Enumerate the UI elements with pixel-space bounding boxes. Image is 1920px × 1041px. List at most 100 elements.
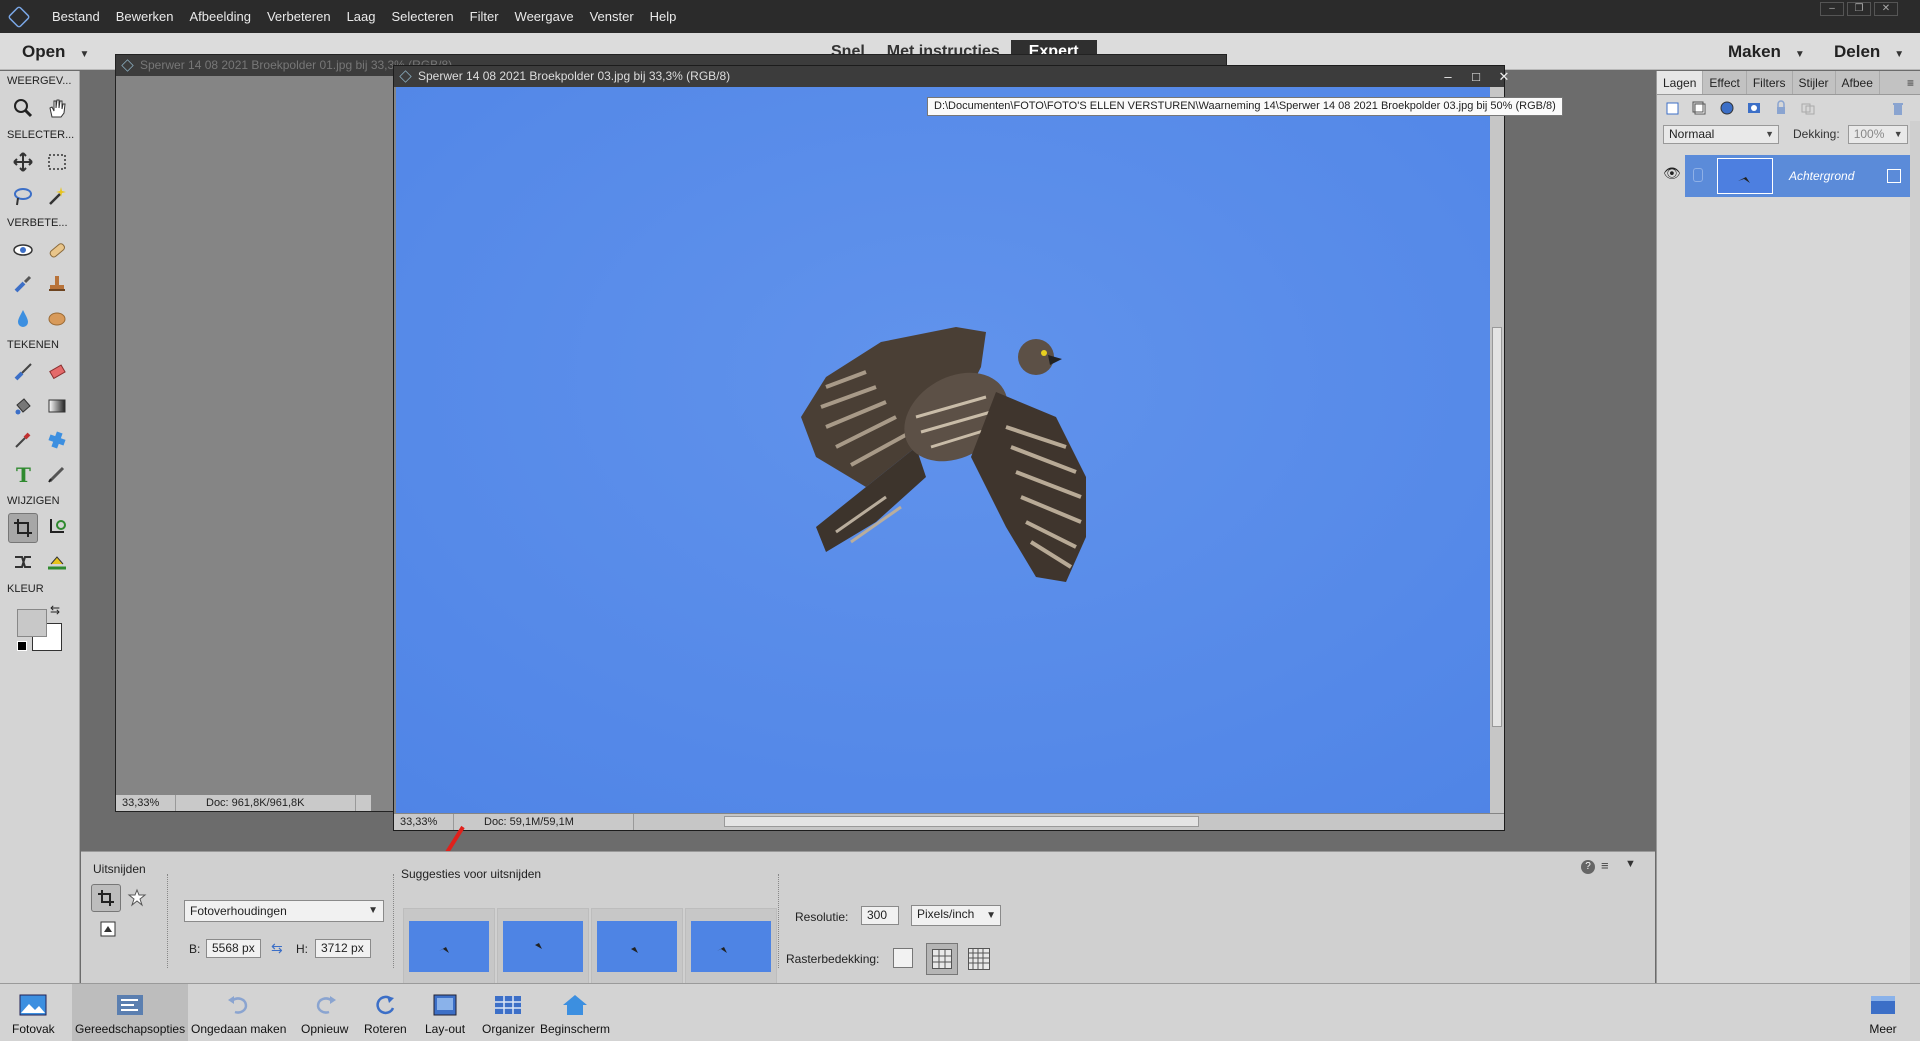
doc-minimize-button[interactable]: – — [1434, 66, 1462, 87]
maken-button[interactable]: Maken ▼ — [1728, 42, 1805, 62]
grid-fine-button[interactable] — [968, 948, 990, 970]
spot-healing-tool-icon[interactable] — [42, 235, 72, 265]
vertical-scrollbar[interactable] — [1490, 87, 1504, 813]
crop-suggestion-4[interactable] — [685, 908, 777, 990]
magic-wand-tool-icon[interactable] — [42, 181, 72, 211]
paint-bucket-tool-icon[interactable] — [8, 391, 38, 421]
app-restore-button[interactable]: ❐ — [1847, 2, 1871, 16]
help-icon[interactable]: ? — [1581, 860, 1595, 874]
crop-tool-icon[interactable] — [8, 513, 38, 543]
document-window-front[interactable]: Sperwer 14 08 2021 Broekpolder 03.jpg bi… — [393, 65, 1509, 831]
pencil-tool-icon[interactable] — [42, 459, 72, 489]
menu-filter[interactable]: Filter — [462, 0, 507, 33]
opacity-field[interactable]: 100% ▼ — [1847, 124, 1908, 144]
doc-close-button[interactable]: ✕ — [1490, 66, 1518, 87]
zoom-tool-icon[interactable] — [8, 93, 38, 123]
eyedropper-tool-icon[interactable] — [8, 425, 38, 455]
menu-bestand[interactable]: Bestand — [44, 0, 108, 33]
lasso-tool-icon[interactable] — [8, 181, 38, 211]
horizontal-scroll-thumb[interactable] — [724, 816, 1199, 827]
rotate-button[interactable]: Roteren — [364, 984, 407, 1041]
menu-bewerken[interactable]: Bewerken — [108, 0, 182, 33]
panel-scrollbar[interactable] — [1910, 121, 1920, 983]
delete-layer-icon[interactable] — [1890, 100, 1908, 116]
brush-tool-icon[interactable] — [8, 357, 38, 387]
crop-tool-icon[interactable] — [91, 884, 121, 912]
blur-tool-icon[interactable] — [8, 303, 38, 333]
organizer-button[interactable]: Organizer — [482, 984, 535, 1041]
crop-suggestion-1[interactable] — [403, 908, 495, 990]
new-group-icon[interactable] — [1692, 100, 1710, 116]
doc-maximize-button[interactable]: □ — [1462, 66, 1490, 87]
vertical-scroll-thumb[interactable] — [1492, 327, 1502, 727]
clone-stamp-tool-icon[interactable] — [42, 269, 72, 299]
eraser-tool-icon[interactable] — [42, 357, 72, 387]
menu-verbeteren[interactable]: Verbeteren — [259, 0, 339, 33]
tab-lagen[interactable]: Lagen — [1657, 71, 1704, 94]
menu-weergave[interactable]: Weergave — [507, 0, 582, 33]
type-tool-icon[interactable]: T — [8, 459, 38, 489]
gradient-tool-icon[interactable] — [42, 391, 72, 421]
aspect-ratio-select[interactable]: Fotoverhoudingen ▼ — [184, 900, 384, 922]
image-canvas[interactable] — [396, 87, 1490, 813]
resolution-field[interactable]: 300 — [861, 906, 899, 925]
sponge-tool-icon[interactable] — [42, 303, 72, 333]
app-close-button[interactable]: ✕ — [1874, 2, 1898, 16]
red-eye-tool-icon[interactable] — [8, 235, 38, 265]
tab-filters[interactable]: Filters — [1747, 71, 1793, 94]
lock-icon[interactable] — [1773, 100, 1791, 116]
tab-effecten[interactable]: Effect — [1703, 71, 1747, 94]
menu-venster[interactable]: Venster — [582, 0, 642, 33]
tab-stijlen[interactable]: Stijler — [1793, 71, 1836, 94]
layout-button[interactable]: Lay-out — [425, 984, 465, 1041]
fotovak-button[interactable]: Fotovak — [12, 984, 55, 1041]
chevron-down-icon: ▼ — [1794, 49, 1805, 60]
crop-suggestion-2[interactable] — [497, 908, 589, 990]
gereedschapsopties-button[interactable]: Gereedschapsopties — [72, 984, 189, 1041]
collapse-chevron-icon[interactable]: ▼ — [1625, 858, 1636, 870]
recompose-tool-icon[interactable] — [42, 513, 72, 543]
menu-laag[interactable]: Laag — [339, 0, 384, 33]
custom-shape-tool-icon[interactable] — [42, 425, 72, 455]
swap-dimensions-icon[interactable]: ⇆ — [271, 940, 283, 957]
horizontal-scrollbar[interactable] — [634, 814, 1504, 830]
new-layer-icon[interactable] — [1665, 100, 1683, 116]
beginscherm-button[interactable]: Beginscherm — [540, 984, 610, 1041]
crop-suggestion-3[interactable] — [591, 908, 683, 990]
hand-tool-icon[interactable] — [42, 93, 72, 123]
redo-button[interactable]: Opnieuw — [301, 984, 348, 1041]
grid-none-button[interactable] — [893, 948, 913, 968]
marquee-tool-icon[interactable] — [42, 147, 72, 177]
tab-afbeeldingen[interactable]: Afbee — [1836, 71, 1880, 94]
menu-selecteren[interactable]: Selecteren — [384, 0, 462, 33]
resolution-unit-select[interactable]: Pixels/inch ▼ — [911, 905, 1001, 926]
layer-row-achtergrond[interactable]: Achtergrond — [1685, 155, 1911, 197]
swap-colors-icon[interactable]: ⇆ — [50, 603, 60, 617]
open-button[interactable]: Open ▼ — [22, 42, 89, 62]
straighten-tool-icon[interactable] — [42, 547, 72, 577]
delen-button[interactable]: Delen ▼ — [1834, 42, 1904, 62]
eye-visibility-icon[interactable]: 👁 — [1663, 165, 1681, 185]
options-menu-icon[interactable]: ≡ — [1601, 858, 1609, 873]
cookie-cutter-icon[interactable] — [127, 888, 147, 908]
height-field[interactable]: 3712 px — [315, 939, 371, 958]
layer-mask-icon[interactable] — [1746, 100, 1764, 116]
width-field[interactable]: 5568 px — [206, 939, 261, 958]
chevron-down-icon: ▼ — [79, 49, 90, 60]
doc-front-titlebar[interactable]: Sperwer 14 08 2021 Broekpolder 03.jpg bi… — [394, 66, 1509, 87]
link-icon[interactable] — [1800, 100, 1818, 116]
blend-mode-select[interactable]: Normaal ▼ — [1663, 124, 1779, 144]
move-tool-icon[interactable] — [8, 147, 38, 177]
content-aware-move-tool-icon[interactable] — [8, 547, 38, 577]
menu-afbeelding[interactable]: Afbeelding — [182, 0, 259, 33]
panel-menu-icon[interactable]: ≡ — [1901, 71, 1920, 94]
app-minimize-button[interactable]: – — [1820, 2, 1844, 16]
grid-thirds-button[interactable] — [926, 943, 958, 975]
perspective-crop-icon[interactable] — [99, 920, 117, 938]
smart-brush-tool-icon[interactable] — [8, 269, 38, 299]
adjustment-layer-icon[interactable] — [1719, 100, 1737, 116]
meer-button[interactable]: Meer — [1868, 984, 1898, 1041]
default-colors-icon[interactable] — [17, 641, 27, 651]
undo-button[interactable]: Ongedaan maken — [191, 984, 286, 1041]
menu-help[interactable]: Help — [642, 0, 685, 33]
